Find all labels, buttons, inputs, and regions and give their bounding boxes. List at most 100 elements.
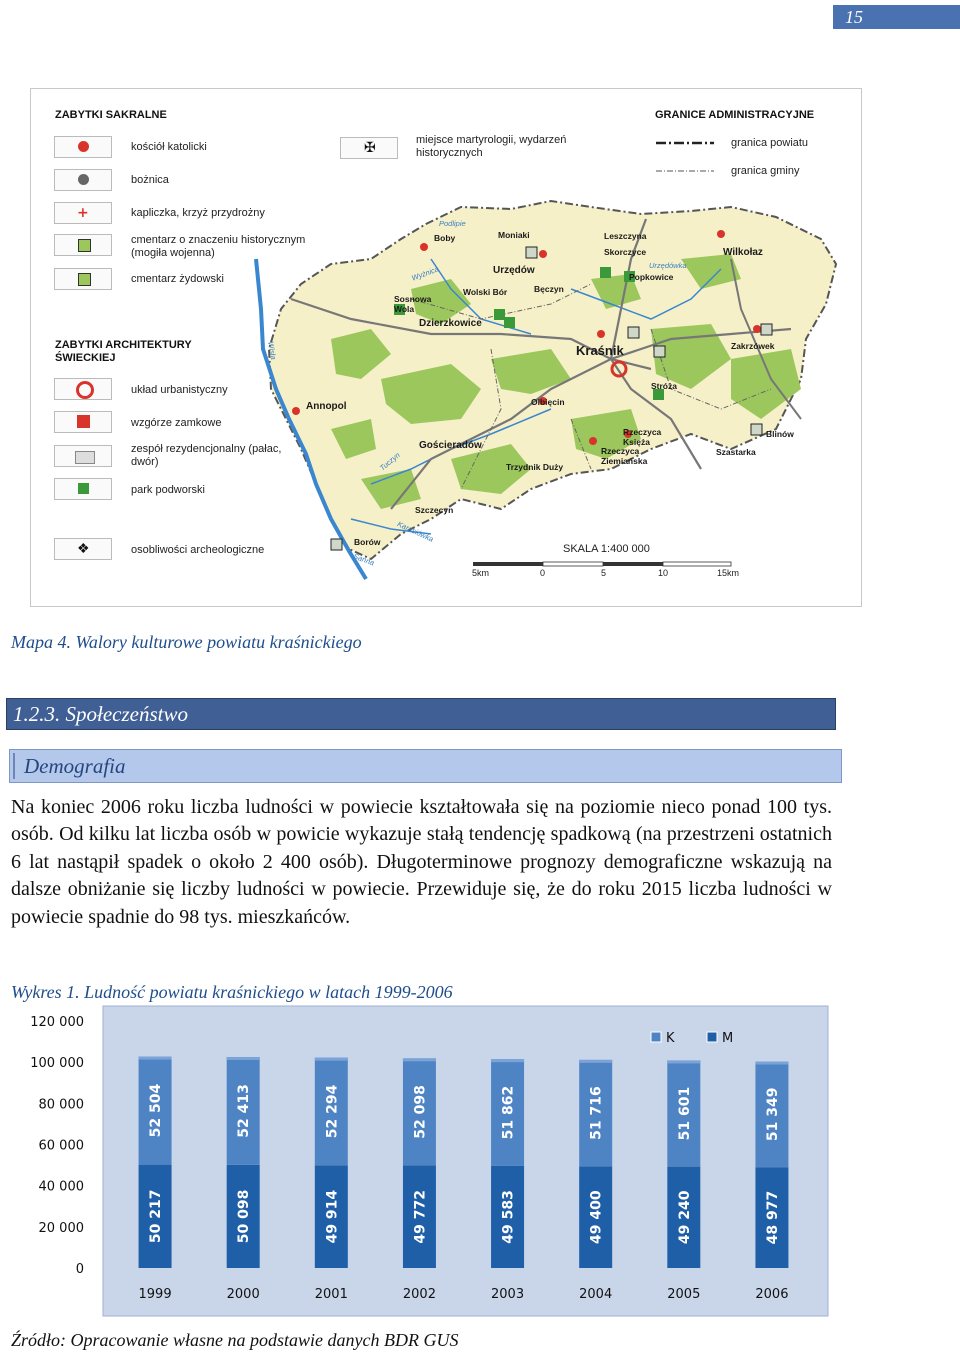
place-sosnowa-wola: Sosnowa Wola xyxy=(394,294,432,314)
chart-caption: Wykres 1. Ludność powiatu kraśnickiego w… xyxy=(11,982,453,1002)
legend-swatch-m xyxy=(706,1031,718,1043)
map-caption: Mapa 4. Walory kulturowe powiatu kraśnic… xyxy=(11,632,362,652)
x-tick-label: 2005 xyxy=(667,1287,700,1302)
cemetery-symbol xyxy=(54,234,112,256)
bar-top-highlight xyxy=(226,1056,260,1060)
x-tick-label: 2004 xyxy=(579,1287,612,1302)
legend-catholic-church: kościół katolicki xyxy=(131,141,207,153)
place-rzeczyca-ksieza: Rzeczyca Księża xyxy=(623,427,662,447)
place-urzedow: Urzędów xyxy=(493,265,535,276)
place-szastarka: Szastarka xyxy=(716,447,756,457)
legend-manor-park: park podworski xyxy=(131,484,205,496)
scale-tick-10: 10 xyxy=(658,568,669,578)
scale-tick-0: 0 xyxy=(540,568,546,578)
scale-tick-5: 5 xyxy=(601,568,607,578)
place-trzydnik: Trzydnik Duży xyxy=(506,462,564,472)
legend-county-border: granica powiatu xyxy=(731,137,809,149)
legend-archaeology: osobliwości archeologiczne xyxy=(131,544,265,556)
y-tick-label: 0 xyxy=(76,1262,84,1277)
plot-area xyxy=(102,1005,829,1317)
data-label-m: 50 217 xyxy=(148,1190,164,1244)
bar-top-highlight xyxy=(402,1058,436,1062)
legend-swatch-k xyxy=(650,1031,662,1043)
legend-label-m: M xyxy=(722,1031,733,1046)
place-goscieradow: Gościeradów xyxy=(419,440,482,451)
place-moniaki: Moniaki xyxy=(498,230,530,240)
map-figure: ZABYTKI SAKRALNE kościół katolicki bożni… xyxy=(30,88,862,607)
legend-chapel: kapliczka, krzyż przydrożny xyxy=(131,207,265,219)
legend-arch-title: ZABYTKI ARCHITEKTURY ŚWIECKIEJ xyxy=(55,339,192,364)
legend-cemetery: cmentarz o znaczeniu historycznym (mogił… xyxy=(131,234,306,259)
data-label-m: 48 977 xyxy=(765,1191,781,1245)
data-label-k: 52 413 xyxy=(236,1084,252,1138)
y-tick-label: 120 000 xyxy=(30,1015,84,1030)
source-note: Źródło: Opracowanie własne na podstawie … xyxy=(11,1330,459,1350)
place-stroza: Stróża xyxy=(651,381,677,391)
legend-commune-border: granica gminy xyxy=(731,165,800,177)
martyrdom-symbol: ✠ xyxy=(340,137,398,159)
data-label-m: 49 914 xyxy=(324,1190,340,1244)
scale-bar xyxy=(473,561,732,567)
place-rzeczyca-ziemianska: Rzeczyca Ziemiańska xyxy=(601,446,648,466)
place-olbiecin: Olbięcin xyxy=(531,397,565,407)
subsection-heading: Demografia xyxy=(9,749,842,783)
place-leszczyna: Leszczyna xyxy=(604,231,647,241)
legend-jewish-cemetery: cmentarz żydowski xyxy=(131,273,224,285)
data-label-m: 49 240 xyxy=(677,1190,693,1244)
y-tick-label: 40 000 xyxy=(39,1180,85,1195)
place-dzierzkowice: Dzierzkowice xyxy=(419,318,482,329)
y-tick-label: 20 000 xyxy=(39,1221,85,1236)
place-krasnik: Kraśnik xyxy=(576,343,624,358)
place-blinow: Blinów xyxy=(766,429,794,439)
scale-tick-5km: 5km xyxy=(472,568,490,578)
x-tick-label: 2000 xyxy=(227,1287,260,1302)
place-skorczyce: Skorczyce xyxy=(604,247,647,257)
data-label-k: 51 716 xyxy=(589,1086,605,1140)
population-chart: 0 20 000 40 000 60 000 80 000 100 000 120 000 5… xyxy=(30,1005,829,1317)
legend-admin-title: GRANICE ADMINISTRACYJNE xyxy=(655,109,815,121)
river-urzedowka: Urzędówka xyxy=(649,261,687,270)
data-label-k: 51 349 xyxy=(765,1088,781,1142)
scale-label: SKALA 1:400 000 xyxy=(563,543,650,555)
x-tick-label: 2003 xyxy=(491,1287,524,1302)
data-label-k: 51 601 xyxy=(677,1087,693,1141)
bar-top-highlight xyxy=(579,1059,613,1063)
data-label-k: 52 294 xyxy=(324,1084,340,1138)
data-label-m: 49 583 xyxy=(501,1190,517,1244)
scale-tick-15km: 15km xyxy=(717,568,740,578)
residence-symbol xyxy=(54,445,112,467)
body-paragraph: Na koniec 2006 roku liczba ludności w po… xyxy=(11,796,832,928)
legend-sacral-title: ZABYTKI SAKRALNE xyxy=(55,109,167,121)
archaeology-symbol: ❖ xyxy=(54,538,112,560)
data-label-m: 49 772 xyxy=(412,1190,428,1244)
y-tick-label: 80 000 xyxy=(39,1097,85,1112)
place-borow: Borów xyxy=(354,537,381,547)
river-podlipie: Podlipie xyxy=(439,219,466,228)
jewish-cemetery-symbol xyxy=(54,268,112,290)
catholic-church-symbol xyxy=(54,136,112,158)
place-annopol: Annopol xyxy=(306,401,347,412)
bar-top-highlight xyxy=(755,1061,789,1065)
data-label-m: 49 400 xyxy=(589,1190,605,1244)
place-wilkolaz: Wilkołaz xyxy=(723,247,763,258)
place-szczecyn: Szczecyn xyxy=(415,505,454,515)
synagogue-symbol xyxy=(54,169,112,191)
place-wolski-bor: Wolski Bór xyxy=(463,287,508,297)
bar-top-highlight xyxy=(491,1059,525,1063)
data-label-m: 50 098 xyxy=(236,1190,252,1244)
bar-top-highlight xyxy=(138,1056,172,1060)
chapel-symbol: + xyxy=(54,202,112,224)
legend-urban-layout: układ urbanistyczny xyxy=(131,384,228,396)
legend-label-k: K xyxy=(666,1031,675,1046)
x-tick-label: 2002 xyxy=(403,1287,436,1302)
castle-hill-symbol xyxy=(54,411,112,433)
section-heading: 1.2.3. Społeczeństwo xyxy=(6,698,836,730)
urban-layout-symbol xyxy=(54,378,112,400)
page-number: 15 xyxy=(833,5,960,29)
x-tick-label: 1999 xyxy=(139,1287,172,1302)
bar-top-highlight xyxy=(314,1057,348,1061)
place-zakrzowek: Zakrzówek xyxy=(731,341,775,351)
legend-martyrdom: miejsce martyrologii, wydarzeń historycz… xyxy=(416,134,567,159)
y-tick-label: 100 000 xyxy=(30,1056,84,1071)
data-label-k: 52 098 xyxy=(412,1085,428,1139)
